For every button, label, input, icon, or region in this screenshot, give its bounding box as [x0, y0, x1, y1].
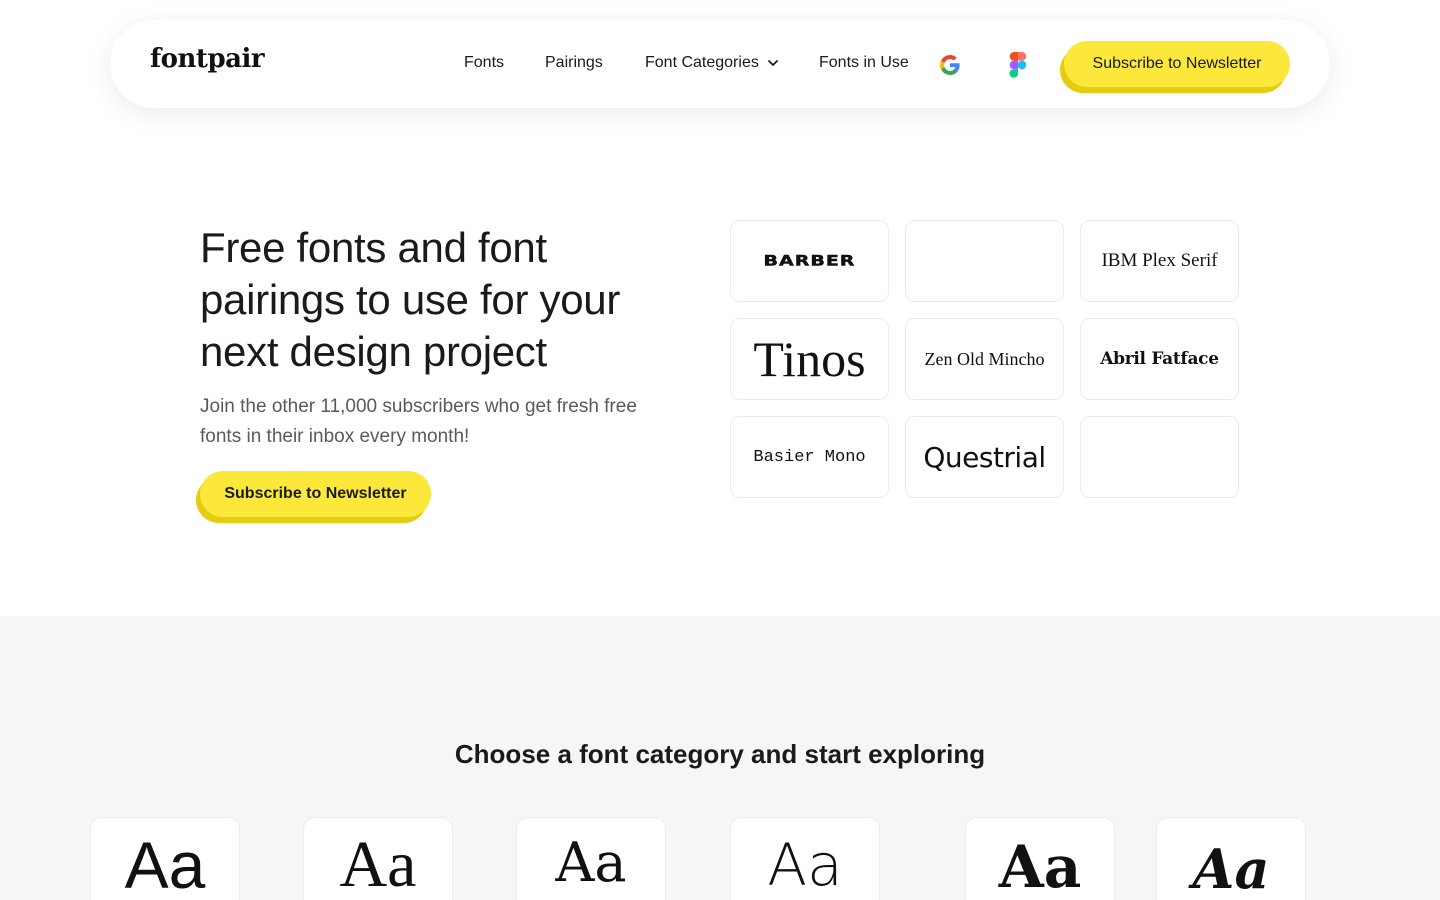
logo[interactable]: fontpair: [150, 44, 265, 74]
nav-link-fonts[interactable]: Fonts: [464, 54, 504, 72]
font-tile-basier-mono[interactable]: Basier Mono: [730, 416, 889, 498]
category-card-sample: Aa: [124, 828, 206, 900]
category-card-script[interactable]: Aa: [1156, 817, 1306, 900]
category-card-display[interactable]: Aa: [965, 817, 1115, 900]
category-card-sample: Aa: [555, 831, 627, 894]
font-tile-empty[interactable]: [905, 220, 1064, 302]
nav-link-font-categories-label: Font Categories: [645, 54, 759, 71]
category-card-sample: Aa: [767, 831, 843, 899]
category-card-sample: Aa: [998, 833, 1082, 900]
nav-link-pairings[interactable]: Pairings: [545, 54, 603, 72]
hero-subtitle: Join the other 11,000 subscribers who ge…: [200, 396, 637, 447]
font-tile-label: BARBER: [763, 252, 856, 270]
category-card-geometric[interactable]: Aa: [730, 817, 880, 900]
nav-link-font-categories[interactable]: Font Categories: [645, 54, 779, 72]
font-tile-abril-fatface[interactable]: Abril Fatface: [1080, 318, 1239, 400]
nav-subscribe-button[interactable]: Subscribe to Newsletter: [1064, 41, 1290, 87]
category-card-sans[interactable]: Aa: [90, 817, 240, 900]
category-card-sample: Aa: [1192, 837, 1270, 900]
font-tile-empty[interactable]: [1080, 416, 1239, 498]
figma-icon[interactable]: [1009, 52, 1027, 78]
category-card-sample: Aa: [339, 828, 417, 900]
category-card-serif[interactable]: Aa: [303, 817, 453, 900]
category-section: Choose a font category and start explori…: [0, 616, 1440, 900]
font-tile-questrial[interactable]: Questrial: [905, 416, 1064, 498]
google-icon[interactable]: [938, 53, 962, 77]
font-tile-barber[interactable]: BARBER: [730, 220, 889, 302]
top-navigation: fontpair Fonts Pairings Font Categories …: [110, 20, 1330, 108]
nav-link-fonts-in-use[interactable]: Fonts in Use: [819, 54, 909, 72]
font-tile-tinos[interactable]: Tinos: [730, 318, 889, 400]
category-card-slab[interactable]: Aa: [516, 817, 666, 900]
font-tile-ibm-plex-serif[interactable]: IBM Plex Serif: [1080, 220, 1239, 302]
chevron-down-icon: [767, 60, 778, 66]
category-section-title: Choose a font category and start explori…: [454, 739, 986, 769]
font-tile-zen-old-mincho[interactable]: Zen Old Mincho: [905, 318, 1064, 400]
hero-subscribe-button[interactable]: Subscribe to Newsletter: [200, 471, 431, 517]
hero-title: Free fonts and font pairings to use for …: [200, 224, 621, 375]
